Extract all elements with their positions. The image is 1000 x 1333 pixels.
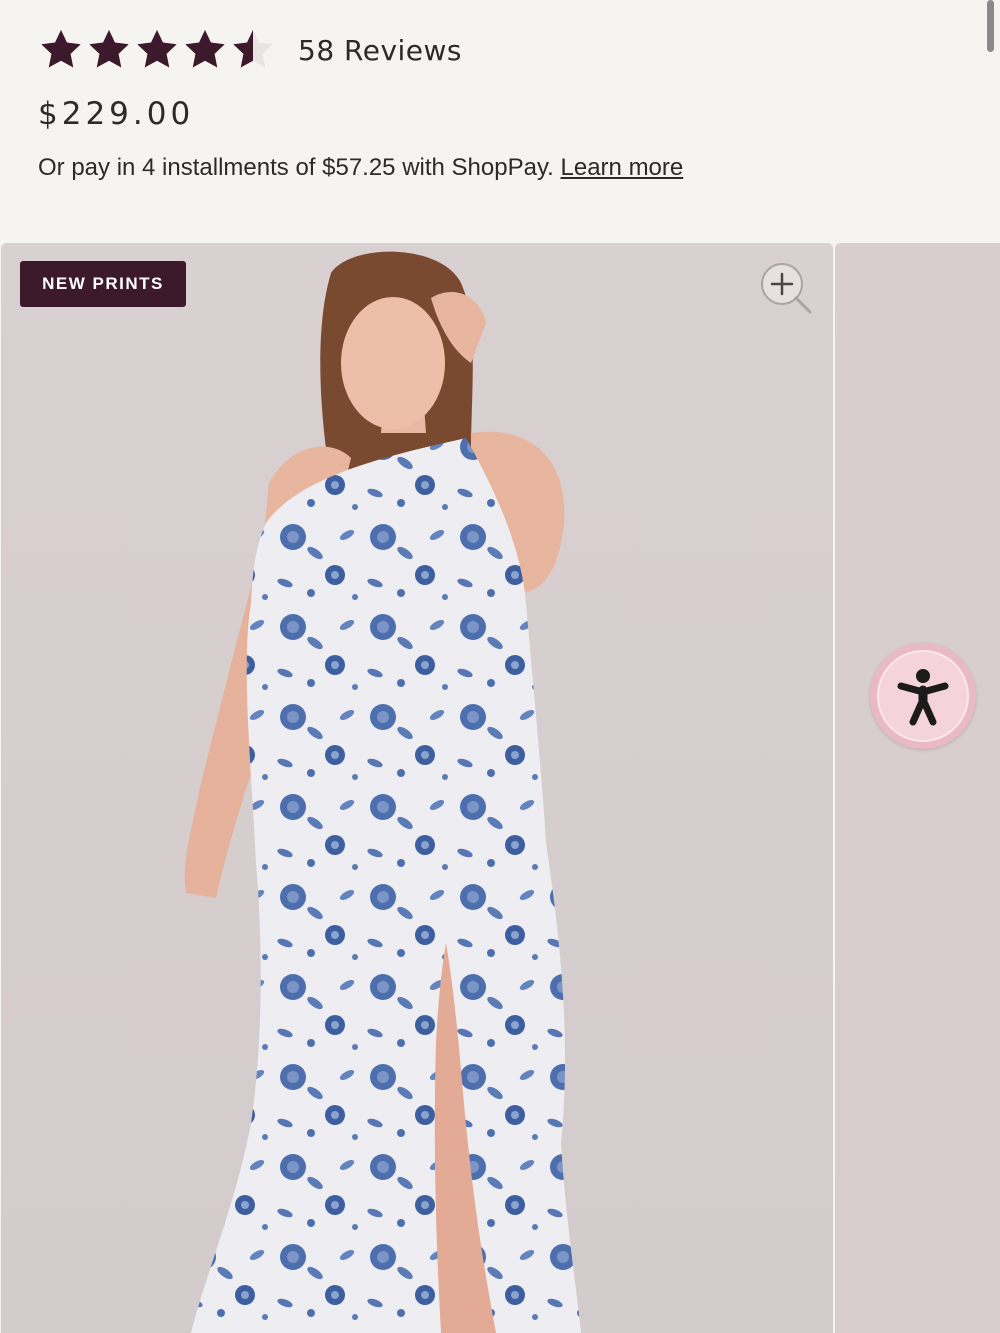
new-prints-badge: NEW PRINTS bbox=[20, 261, 186, 307]
rating-row[interactable]: 58 Reviews bbox=[38, 26, 462, 74]
page-scrollbar[interactable] bbox=[987, 0, 994, 52]
accessibility-button[interactable] bbox=[870, 643, 976, 749]
product-info-section: 58 Reviews $229.00 Or pay in 4 installme… bbox=[0, 0, 1000, 243]
reviews-count-link[interactable]: 58 Reviews bbox=[298, 34, 462, 67]
product-price: $229.00 bbox=[38, 96, 195, 132]
product-image-slide[interactable]: NEW PRINTS bbox=[1, 243, 833, 1333]
installments-text: Or pay in 4 installments of $57.25 with … bbox=[38, 154, 554, 181]
product-photo bbox=[1, 243, 833, 1333]
product-image-gallery[interactable]: NEW PRINTS bbox=[0, 243, 1000, 1333]
zoom-in-icon bbox=[761, 263, 812, 314]
star-filled-icon bbox=[89, 29, 129, 68]
installments-info: Or pay in 4 installments of $57.25 with … bbox=[38, 154, 683, 182]
accessibility-button-inner bbox=[877, 650, 969, 742]
next-image-slide-preview[interactable] bbox=[835, 243, 1000, 1333]
star-filled-icon bbox=[137, 29, 177, 68]
learn-more-link[interactable]: Learn more bbox=[561, 154, 684, 181]
accessibility-person-icon bbox=[897, 669, 949, 726]
star-filled-icon bbox=[185, 29, 225, 68]
star-rating[interactable] bbox=[38, 27, 276, 73]
star-half-icon bbox=[233, 29, 273, 68]
star-filled-icon bbox=[41, 29, 81, 68]
zoom-in-button[interactable] bbox=[758, 260, 814, 316]
